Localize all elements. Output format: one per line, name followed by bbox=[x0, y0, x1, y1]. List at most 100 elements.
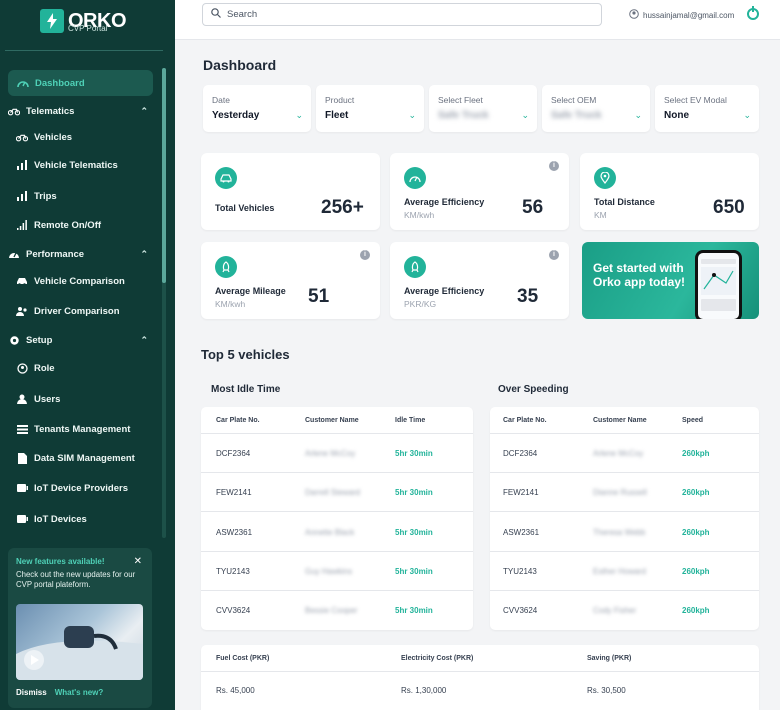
sidebar-item-dashboard[interactable]: Dashboard bbox=[8, 70, 153, 96]
column-header: Car Plate No. bbox=[503, 417, 547, 424]
brand-sub: CVP Portal bbox=[68, 24, 108, 33]
power-icon[interactable] bbox=[747, 6, 759, 20]
sidebar-item-label: Vehicles bbox=[34, 131, 73, 143]
column-header: Fuel Cost (PKR) bbox=[216, 655, 270, 662]
device-icon bbox=[16, 482, 28, 494]
drivers-icon bbox=[16, 305, 28, 317]
chevron-up-icon[interactable]: ⌃ bbox=[140, 335, 148, 346]
filter-date[interactable]: Date Yesterday ⌄ bbox=[203, 85, 311, 132]
column-header: Car Plate No. bbox=[216, 417, 260, 424]
filter-product[interactable]: Product Fleet ⌄ bbox=[316, 85, 424, 132]
ev-charging-image[interactable] bbox=[16, 604, 143, 680]
filter-fleet[interactable]: Select Fleet Safe Truck ⌄ bbox=[429, 85, 537, 132]
sidebar-divider bbox=[5, 50, 163, 51]
chevron-up-icon[interactable]: ⌃ bbox=[140, 106, 148, 117]
chevron-down-icon: ⌄ bbox=[408, 110, 416, 120]
customer-cell: Cody Fisher bbox=[593, 606, 637, 615]
sidebar-item-label: Remote On/Off bbox=[34, 219, 102, 231]
sidebar: ORKO CVP Portal Dashboard Telematics ⌃ V… bbox=[0, 0, 175, 710]
chevron-down-icon: ⌄ bbox=[295, 110, 303, 120]
plate-cell: CVV3624 bbox=[503, 606, 538, 615]
sidebar-group-telematics[interactable]: Telematics ⌃ bbox=[8, 101, 158, 121]
gauge-icon bbox=[17, 77, 29, 89]
role-icon bbox=[16, 362, 28, 374]
bar-chart-icon bbox=[16, 159, 28, 171]
close-icon[interactable]: ✕ bbox=[134, 556, 142, 567]
customer-cell: Arlene McCoy bbox=[305, 449, 356, 458]
filter-oem[interactable]: Select OEM Safe Truck ⌄ bbox=[542, 85, 650, 132]
car-icon bbox=[215, 167, 237, 189]
row-divider bbox=[201, 433, 473, 434]
sidebar-item-driver-comparison[interactable]: Driver Comparison bbox=[16, 301, 120, 321]
rocket-icon bbox=[215, 256, 237, 278]
stat-unit: PKR/KG bbox=[404, 299, 437, 309]
sidebar-item-vehicle-telematics[interactable]: Vehicle Telematics bbox=[16, 155, 118, 175]
list-icon bbox=[16, 423, 28, 435]
sidebar-group-performance[interactable]: Performance ⌃ bbox=[8, 244, 158, 264]
filter-value: Yesterday bbox=[212, 110, 260, 121]
row-divider bbox=[201, 511, 473, 512]
sidebar-item-label: Data SIM Management bbox=[34, 452, 135, 464]
stat-value: 35 bbox=[517, 286, 539, 307]
filter-ev-modal[interactable]: Select EV Modal None ⌄ bbox=[655, 85, 759, 132]
dismiss-link[interactable]: Dismiss bbox=[16, 688, 47, 697]
stat-card-avg-efficiency-pkr: i Average Efficiency PKR/KG 35 bbox=[390, 242, 569, 319]
stat-value: 56 bbox=[522, 197, 544, 218]
column-header: Customer Name bbox=[593, 417, 647, 424]
sidebar-item-trips[interactable]: Trips bbox=[16, 186, 57, 206]
bar-chart-icon bbox=[16, 190, 28, 202]
info-icon[interactable]: i bbox=[549, 161, 559, 171]
search-input[interactable]: Search bbox=[202, 3, 602, 26]
top-bar: Search hussainjamal@gmail.com bbox=[175, 0, 780, 40]
promo-title: New features available! bbox=[16, 557, 105, 566]
chevron-down-icon: ⌄ bbox=[743, 110, 751, 120]
stat-title: Total Distance bbox=[594, 197, 655, 207]
filter-value: Safe Truck bbox=[551, 110, 602, 121]
info-icon[interactable]: i bbox=[360, 250, 370, 260]
sidebar-item-label: Vehicle Telematics bbox=[34, 159, 118, 171]
most-idle-title: Most Idle Time bbox=[211, 384, 281, 395]
stat-card-avg-efficiency-km: i Average Efficiency KM/kwh 56 bbox=[390, 153, 569, 230]
stat-value: 51 bbox=[308, 286, 330, 307]
customer-cell: Darrell Steward bbox=[305, 488, 361, 497]
sidebar-group-label: Telematics bbox=[26, 105, 75, 117]
sidebar-group-setup[interactable]: Setup ⌃ bbox=[8, 330, 158, 350]
sidebar-item-vehicles[interactable]: Vehicles bbox=[16, 127, 72, 147]
row-divider bbox=[201, 472, 473, 473]
user-account[interactable]: hussainjamal@gmail.com bbox=[629, 9, 734, 21]
plate-cell: DCF2364 bbox=[503, 449, 538, 458]
plate-cell: ASW2361 bbox=[216, 528, 253, 537]
info-icon[interactable]: i bbox=[549, 250, 559, 260]
stat-title: Average Mileage bbox=[215, 286, 286, 296]
chevron-up-icon[interactable]: ⌃ bbox=[140, 249, 148, 260]
rocket-icon bbox=[404, 256, 426, 278]
sidebar-item-remote[interactable]: Remote On/Off bbox=[16, 215, 101, 235]
fuel-cost-cell: Rs. 45,000 bbox=[216, 686, 255, 695]
sidebar-item-vehicle-comparison[interactable]: Vehicle Comparison bbox=[16, 271, 125, 291]
filter-label: Select EV Modal bbox=[664, 95, 727, 105]
over-speeding-title: Over Speeding bbox=[498, 384, 569, 395]
stat-unit: KM bbox=[594, 210, 607, 220]
whats-new-link[interactable]: What's new? bbox=[55, 688, 104, 697]
speed-cell: 260kph bbox=[682, 488, 710, 497]
row-divider bbox=[201, 551, 473, 552]
filter-label: Select OEM bbox=[551, 95, 597, 105]
customer-cell: Theresa Webb bbox=[593, 528, 646, 537]
sidebar-item-label: Trips bbox=[34, 190, 57, 202]
sidebar-item-role[interactable]: Role bbox=[16, 358, 55, 378]
sidebar-scroll-thumb[interactable] bbox=[162, 68, 166, 283]
filter-label: Select Fleet bbox=[438, 95, 483, 105]
idle-cell: 5hr 30min bbox=[395, 606, 433, 615]
sidebar-item-iot-devices[interactable]: IoT Devices bbox=[16, 509, 87, 529]
stat-unit: KM/kwh bbox=[215, 299, 246, 309]
sidebar-item-iot-providers[interactable]: IoT Device Providers bbox=[16, 478, 128, 498]
user-icon bbox=[16, 393, 28, 405]
user-icon bbox=[629, 9, 639, 21]
sidebar-item-tenants[interactable]: Tenants Management bbox=[16, 419, 130, 439]
sidebar-item-label: Tenants Management bbox=[34, 423, 131, 435]
app-promo-banner[interactable]: Get started with Orko app today! bbox=[582, 242, 759, 319]
chevron-down-icon: ⌄ bbox=[521, 110, 529, 120]
sidebar-item-users[interactable]: Users bbox=[16, 389, 60, 409]
column-header: Customer Name bbox=[305, 417, 359, 424]
sidebar-item-data-sim[interactable]: Data SIM Management bbox=[16, 448, 135, 468]
